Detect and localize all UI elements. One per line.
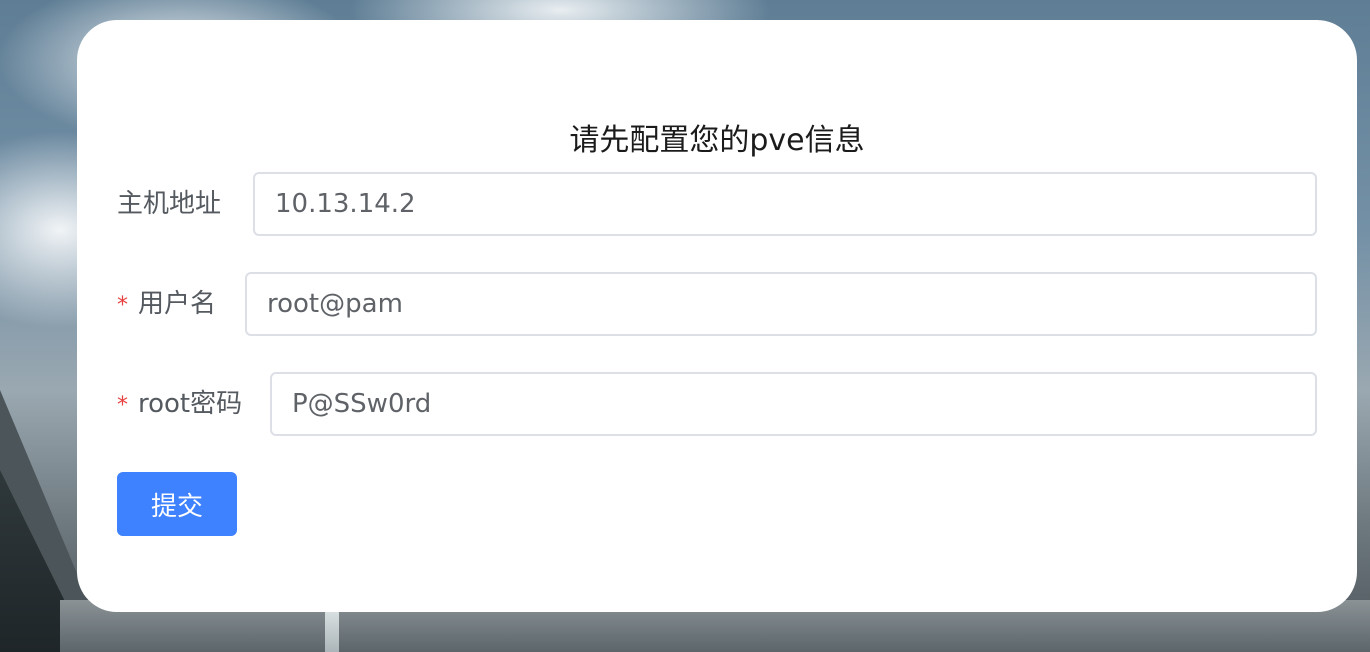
required-mark: *: [117, 293, 128, 318]
host-label-text: 主机地址: [117, 189, 222, 219]
username-label: * 用户名: [117, 272, 216, 336]
password-label-text: root密码: [138, 389, 243, 419]
password-label: * root密码: [117, 372, 242, 436]
form-row-host: 主机地址: [117, 172, 1317, 236]
username-input[interactable]: [245, 272, 1317, 336]
config-card: 请先配置您的pve信息 主机地址 * 用户名 * root密码 提交: [77, 20, 1357, 612]
submit-button[interactable]: 提交: [117, 472, 237, 536]
host-label: 主机地址: [117, 172, 221, 236]
form-row-password: * root密码: [117, 372, 1317, 436]
password-input[interactable]: [270, 372, 1317, 436]
waterfall: [325, 612, 339, 652]
form-title: 请先配置您的pve信息: [569, 123, 865, 158]
host-input[interactable]: [253, 172, 1317, 236]
form-row-username: * 用户名: [117, 272, 1317, 336]
username-label-text: 用户名: [138, 289, 217, 319]
required-mark: *: [117, 393, 128, 418]
